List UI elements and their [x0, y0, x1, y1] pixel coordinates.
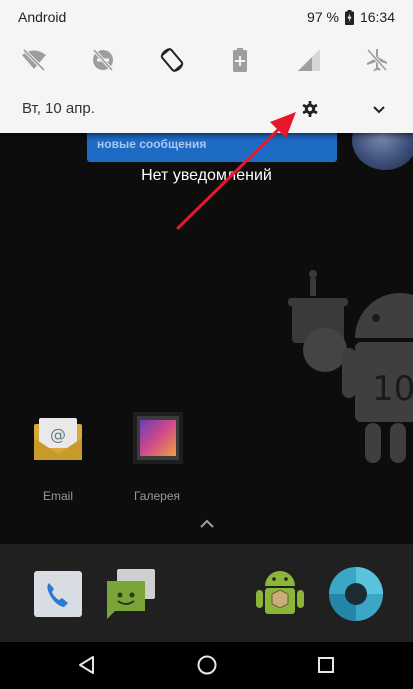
- chevron-down-icon: [373, 106, 385, 114]
- qs-wifi-tile[interactable]: [14, 40, 54, 80]
- email-icon: @: [34, 418, 82, 460]
- clock: 16:34: [359, 9, 395, 25]
- recents-button[interactable]: [314, 653, 338, 677]
- dock-market[interactable]: [252, 566, 308, 622]
- settings-button[interactable]: [297, 96, 323, 122]
- dock-camera[interactable]: [328, 566, 384, 622]
- camera-icon: [329, 567, 383, 621]
- easter-egg-number: 10: [372, 369, 413, 409]
- phone-icon: [34, 571, 82, 617]
- email-label: Email: [42, 489, 73, 503]
- do-not-disturb-off-icon: [92, 48, 114, 72]
- android-easter-egg-graphic: 10: [288, 270, 413, 463]
- qs-cellular-tile[interactable]: [289, 40, 329, 80]
- back-button[interactable]: [75, 653, 99, 677]
- qs-dnd-tile[interactable]: [83, 40, 123, 80]
- dock-messages[interactable]: [104, 566, 160, 622]
- android-market-icon: [256, 571, 304, 614]
- qs-airplane-tile[interactable]: [357, 40, 397, 80]
- dock-phone[interactable]: [30, 566, 86, 622]
- back-icon: [79, 656, 94, 674]
- expand-button[interactable]: [366, 97, 392, 123]
- carrier-label: Android: [18, 9, 67, 25]
- status-bar: Android 97 % 16:34: [0, 0, 413, 34]
- gallery-app[interactable]: Галерея: [117, 410, 197, 503]
- home-button[interactable]: [195, 653, 219, 677]
- gear-icon: [302, 101, 318, 117]
- date-label: Вт, 10 апр.: [22, 100, 95, 117]
- email-app[interactable]: @ Email: [18, 410, 98, 503]
- wifi-off-icon: [22, 49, 46, 71]
- home-icon: [197, 655, 217, 675]
- battery-charging-icon: [344, 9, 354, 25]
- airplane-mode-icon: [366, 48, 388, 72]
- svg-text:@: @: [50, 425, 66, 444]
- quick-settings-row: [0, 40, 413, 80]
- recents-icon: [318, 657, 334, 673]
- notification-shade: Android 97 % 16:34 Вт, 10 апр.: [0, 0, 413, 133]
- navigation-bar: [0, 642, 413, 689]
- new-messages-text: новые сообщения: [97, 137, 207, 151]
- date-row: Вт, 10 апр.: [0, 92, 413, 126]
- auto-rotate-icon: [160, 48, 184, 72]
- messages-icon: [107, 569, 155, 619]
- dock: [0, 544, 413, 642]
- qs-battery-tile[interactable]: [220, 40, 260, 80]
- battery-percent: 97 %: [307, 9, 339, 25]
- battery-saver-icon: [233, 48, 247, 72]
- app-drawer-chevron-icon[interactable]: [198, 518, 216, 530]
- qs-rotate-tile[interactable]: [152, 40, 192, 80]
- gallery-icon: [133, 412, 183, 464]
- cellular-signal-icon: [298, 49, 320, 71]
- gallery-label: Галерея: [133, 489, 181, 503]
- no-notifications-label: Нет уведомлений: [141, 167, 272, 184]
